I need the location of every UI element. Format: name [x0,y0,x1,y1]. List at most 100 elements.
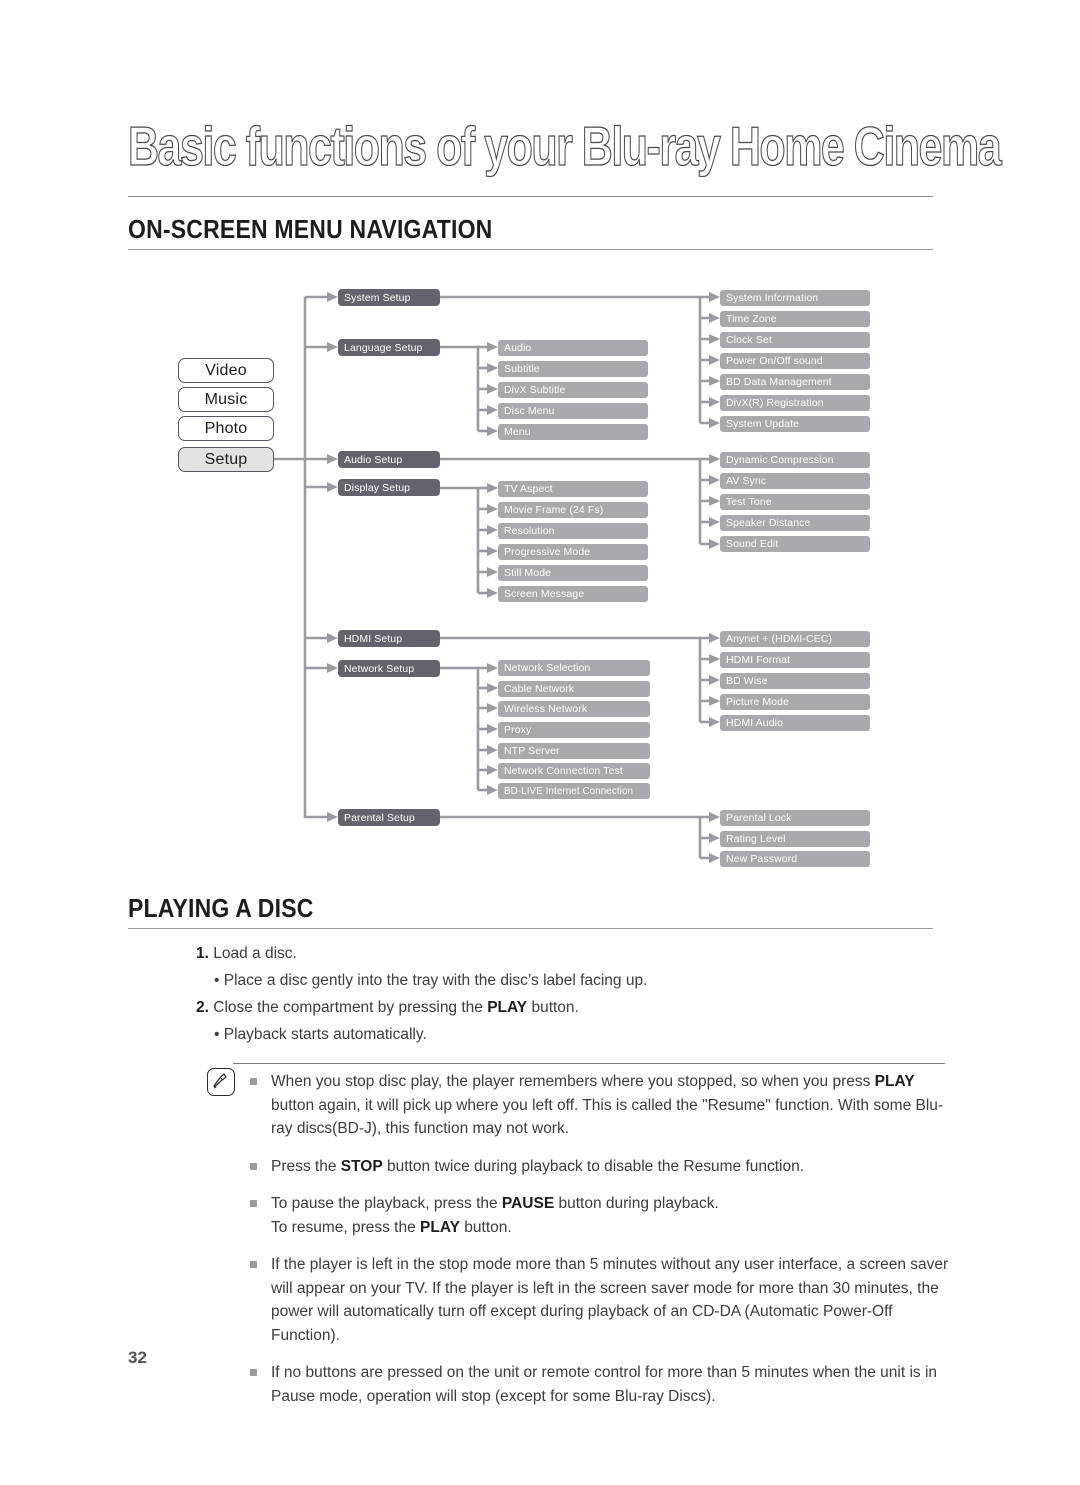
leaf-node-cable-network[interactable]: Cable Network [498,681,650,697]
leaf-node-still-mode[interactable]: Still Mode [498,565,648,581]
note-keyword: STOP [340,1157,383,1175]
leaf-node-wireless-network[interactable]: Wireless Network [498,701,650,717]
node-label: Proxy [504,724,532,736]
leaf-node-divx-registration[interactable]: DivX(R) Registration [720,395,870,411]
note-text: If the player is left in the stop mode m… [271,1256,949,1344]
note-divider [233,1063,945,1064]
leaf-node-clock-set[interactable]: Clock Set [720,332,870,348]
step-2-text-a: Close the compartment by pressing the [213,999,488,1016]
leaf-node-sound-edit[interactable]: Sound Edit [720,536,870,552]
left-menu-label: Video [205,361,247,379]
node-label: Anynet + (HDMI-CEC) [726,633,833,645]
node-label: Display Setup [344,481,411,494]
node-label: Speaker Distance [726,517,811,529]
node-label: HDMI Audio [726,717,784,729]
title-divider [128,196,933,197]
note-text: If no buttons are pressed on the unit or… [271,1364,938,1405]
branch-node-system-setup[interactable]: System Setup [338,289,440,306]
node-label: Dynamic Compression [726,454,834,466]
branch-node-hdmi-setup[interactable]: HDMI Setup [338,630,440,647]
leaf-node-system-information[interactable]: System Information [720,290,870,306]
note-bullet-square [250,1261,257,1268]
section-divider-playing-a-disc [128,928,933,929]
leaf-node-subtitle[interactable]: Subtitle [498,361,648,377]
chapter-title: Basic functions of your Blu-ray Home Cin… [128,116,1003,178]
node-label: BD Data Management [726,376,832,388]
step-1-number: 1. [196,945,209,962]
leaf-node-network-connection-test[interactable]: Network Connection Test [498,763,650,779]
node-label: Clock Set [726,334,772,346]
node-label: BD Wise [726,675,768,687]
note-text: When you stop disc play, the player reme… [271,1073,875,1090]
section-divider-menu-navigation [128,249,933,250]
leaf-node-bd-wise[interactable]: BD Wise [720,673,870,689]
leaf-node-divx-subtitle[interactable]: DivX Subtitle [498,382,648,398]
leaf-node-dynamic-compression[interactable]: Dynamic Compression [720,452,870,468]
left-menu-item-setup[interactable]: Setup [178,447,274,472]
note-keyword: PAUSE [501,1195,555,1212]
node-label: DivX(R) Registration [726,397,824,409]
node-label: Audio Setup [344,453,403,466]
branch-node-network-setup[interactable]: Network Setup [338,660,440,677]
node-label: DivX Subtitle [504,384,566,396]
leaf-node-network-selection[interactable]: Network Selection [498,660,650,676]
note-text: button during playback. [554,1195,719,1212]
leaf-node-hdmi-format[interactable]: HDMI Format [720,652,870,668]
leaf-node-proxy[interactable]: Proxy [498,722,650,738]
node-label: HDMI Setup [344,632,403,645]
node-label: AV Sync [726,475,767,487]
leaf-node-system-update[interactable]: System Update [720,416,870,432]
page-number: 32 [128,1348,147,1367]
bullet-dot: • [214,972,220,989]
note-text: Press the [271,1157,341,1175]
node-label: Disc Menu [504,405,555,417]
left-menu-item-photo[interactable]: Photo [178,416,274,441]
step-2-number: 2. [196,999,209,1016]
leaf-node-bd-live-internet-connection[interactable]: BD-LIVE Internet Connection [498,783,650,799]
node-label: Network Connection Test [504,765,623,777]
leaf-node-resolution[interactable]: Resolution [498,523,648,539]
leaf-node-movie-frame[interactable]: Movie Frame (24 Fs) [498,502,648,518]
step-2-bullet: • Playback starts automatically. [196,1021,647,1048]
node-label: System Setup [344,291,411,304]
leaf-node-screen-message[interactable]: Screen Message [498,586,648,602]
leaf-node-ntp-server[interactable]: NTP Server [498,743,650,759]
leaf-node-test-tone[interactable]: Test Tone [720,494,870,510]
leaf-node-power-on-off-sound[interactable]: Power On/Off sound [720,353,870,369]
left-menu-label: Setup [204,450,248,468]
step-1: 1. Load a disc. [196,940,647,967]
leaf-node-anynet-hdmi-cec[interactable]: Anynet + (HDMI-CEC) [720,631,870,647]
leaf-node-time-zone[interactable]: Time Zone [720,311,870,327]
leaf-node-progressive-mode[interactable]: Progressive Mode [498,544,648,560]
leaf-node-bd-data-management[interactable]: BD Data Management [720,374,870,390]
branch-node-parental-setup[interactable]: Parental Setup [338,809,440,826]
branch-node-audio-setup[interactable]: Audio Setup [338,451,440,468]
step-2: 2. Close the compartment by pressing the… [196,994,647,1021]
manual-page: Basic functions of your Blu-ray Home Cin… [0,0,1080,1485]
leaf-node-new-password[interactable]: New Password [720,851,870,867]
leaf-node-av-sync[interactable]: AV Sync [720,473,870,489]
leaf-node-parental-lock[interactable]: Parental Lock [720,810,870,826]
leaf-node-tv-aspect[interactable]: TV Aspect [498,481,648,497]
node-label: Progressive Mode [504,546,591,558]
leaf-node-picture-mode[interactable]: Picture Mode [720,694,870,710]
left-menu-item-video[interactable]: Video [178,358,274,383]
leaf-node-audio[interactable]: Audio [498,340,648,356]
note-keyword: PLAY [420,1218,460,1236]
node-label: Cable Network [504,683,575,695]
node-label: System Update [726,418,800,430]
leaf-node-rating-level[interactable]: Rating Level [720,831,870,847]
notes-list: When you stop disc play, the player reme… [250,1070,950,1422]
node-label: Subtitle [504,363,540,375]
leaf-node-hdmi-audio[interactable]: HDMI Audio [720,715,870,731]
playing-a-disc-steps: 1. Load a disc. • Place a disc gently in… [196,940,647,1048]
step-1-bullet-text: Place a disc gently into the tray with t… [223,972,648,989]
leaf-node-disc-menu[interactable]: Disc Menu [498,403,648,419]
note-bullet-square [250,1200,257,1207]
leaf-node-speaker-distance[interactable]: Speaker Distance [720,515,870,531]
left-menu-item-music[interactable]: Music [178,387,274,412]
branch-node-display-setup[interactable]: Display Setup [338,479,440,496]
leaf-node-menu[interactable]: Menu [498,424,648,440]
branch-node-language-setup[interactable]: Language Setup [338,339,440,356]
node-label: Wireless Network [504,703,588,715]
